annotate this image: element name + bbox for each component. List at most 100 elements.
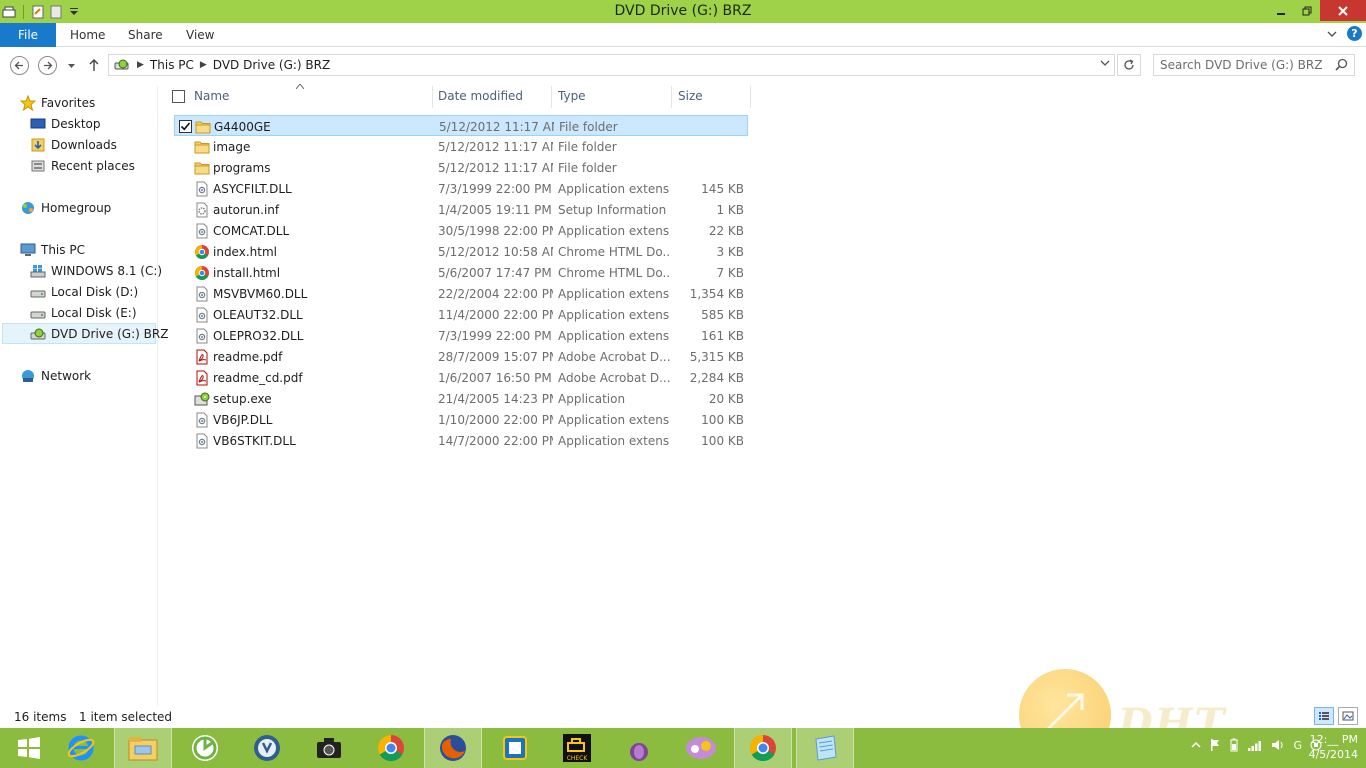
tray-overflow-icon[interactable]	[1191, 740, 1201, 750]
taskbar-notepad[interactable]	[796, 728, 854, 768]
taskbar-app-blue[interactable]	[238, 728, 296, 768]
file-size: 20 KB	[708, 392, 744, 406]
forward-button[interactable]	[38, 56, 57, 75]
tab-share[interactable]: Share	[128, 23, 163, 47]
restore-button[interactable]	[1294, 0, 1320, 21]
file-row[interactable]: COMCAT.DLL 30/5/1998 22:00 PM Application …	[174, 220, 748, 241]
search-box[interactable]	[1153, 54, 1355, 76]
nav-drive-g[interactable]: DVD Drive (G:) BRZ	[2, 323, 168, 344]
nav-drive-d[interactable]: Local Disk (D:)	[30, 281, 138, 302]
close-button[interactable]	[1320, 0, 1366, 21]
file-type: Adobe Acrobat D...	[558, 371, 670, 385]
file-row[interactable]: MSVBVM60.DLL 22/2/2004 22:00 PM Applicatio…	[174, 283, 748, 304]
nav-recent-places[interactable]: Recent places	[30, 155, 135, 176]
taskbar-firefox[interactable]	[424, 728, 482, 768]
chrome-file-icon	[194, 244, 210, 260]
file-date: 1/6/2007 16:50 PM	[438, 371, 552, 385]
taskbar-chrome-1[interactable]	[362, 728, 420, 768]
file-type: Application extens...	[558, 224, 670, 238]
file-row[interactable]: readme.pdf 28/7/2009 15:07 PM Adobe Acroba…	[174, 346, 748, 367]
dll-file-icon	[194, 181, 210, 197]
input-language[interactable]: G	[1293, 739, 1302, 752]
view-switcher	[1314, 707, 1358, 725]
taskbar-chrome-2[interactable]	[734, 728, 792, 768]
refresh-button[interactable]	[1117, 54, 1141, 76]
address-bar[interactable]: ▶ This PC ▶ DVD Drive (G:) BRZ	[108, 54, 1115, 76]
file-row[interactable]: G4400GE 5/12/2012 11:17 AM File folder	[174, 115, 748, 136]
taskbar-app-green[interactable]	[176, 728, 234, 768]
column-name[interactable]: Name	[194, 84, 229, 108]
file-type: Application extens...	[558, 434, 670, 448]
file-row[interactable]: programs 5/12/2012 11:17 AM File folder	[174, 157, 748, 178]
help-icon[interactable]: ?	[1347, 26, 1362, 41]
taskbar-internet-explorer[interactable]	[52, 728, 110, 768]
large-icons-view-button[interactable]	[1338, 707, 1358, 725]
row-checkbox[interactable]	[179, 120, 192, 133]
nav-drive-c[interactable]: WINDOWS 8.1 (C:)	[30, 260, 162, 281]
tab-file[interactable]: File	[0, 23, 56, 47]
address-dropdown-icon[interactable]	[1100, 58, 1110, 71]
search-input[interactable]	[1160, 57, 1330, 73]
file-type: File folder	[558, 140, 617, 154]
breadcrumb: ▶ This PC ▶ DVD Drive (G:) BRZ	[113, 57, 330, 73]
recent-locations-icon[interactable]	[67, 62, 76, 70]
column-type[interactable]: Type	[558, 84, 586, 108]
breadcrumb-dvd-drive[interactable]: DVD Drive (G:) BRZ	[213, 58, 330, 72]
tab-home[interactable]: Home	[70, 23, 105, 47]
nav-desktop[interactable]: Desktop	[30, 113, 101, 134]
file-name: MSVBVM60.DLL	[213, 287, 308, 301]
taskbar-app-outlook[interactable]	[486, 728, 544, 768]
nav-drive-e[interactable]: Local Disk (E:)	[30, 302, 137, 323]
file-row[interactable]: setup.exe 21/4/2005 14:23 PM Application 20…	[174, 388, 748, 409]
chrome-icon	[749, 734, 776, 762]
file-row[interactable]: OLEPRO32.DLL 7/3/1999 22:00 PM Application…	[174, 325, 748, 346]
column-date-modified[interactable]: Date modified	[438, 84, 523, 108]
tab-view[interactable]: View	[186, 23, 214, 47]
select-all-checkbox[interactable]	[172, 84, 185, 108]
file-row[interactable]: image 5/12/2012 11:17 AM File folder	[174, 136, 748, 157]
taskbar-check-app[interactable]: CHECK	[548, 728, 606, 768]
column-divider[interactable]	[551, 86, 552, 108]
file-row[interactable]: install.html 5/6/2007 17:47 PM Chrome HTML…	[174, 262, 748, 283]
nav-homegroup[interactable]: Homegroup	[20, 197, 111, 218]
flag-icon[interactable]	[1209, 738, 1221, 752]
file-row[interactable]: readme_cd.pdf 1/6/2007 16:50 PM Adobe Acro…	[174, 367, 748, 388]
nav-network[interactable]: Network	[20, 365, 91, 386]
file-row[interactable]: ASYCFILT.DLL 7/3/1999 22:00 PM Application…	[174, 178, 748, 199]
minimize-button[interactable]	[1268, 0, 1294, 21]
nav-this-pc[interactable]: This PC	[20, 239, 85, 260]
volume-icon[interactable]	[1271, 738, 1285, 752]
column-divider[interactable]	[432, 86, 433, 108]
wifi-signal-icon[interactable]	[1247, 738, 1263, 752]
taskbar-file-explorer[interactable]	[114, 728, 172, 768]
battery-icon[interactable]	[1229, 738, 1239, 752]
nav-favorites[interactable]: Favorites	[20, 92, 95, 113]
details-view-button[interactable]	[1314, 707, 1334, 725]
taskbar-camera-app[interactable]	[300, 728, 358, 768]
breadcrumb-chevron-icon[interactable]: ▶	[200, 60, 207, 70]
file-row[interactable]: VB6JP.DLL 1/10/2000 22:00 PM Application e…	[174, 409, 748, 430]
column-size[interactable]: Size	[678, 84, 703, 108]
column-divider[interactable]	[750, 86, 751, 108]
file-row[interactable]: VB6STKIT.DLL 14/7/2000 22:00 PM Applicatio…	[174, 430, 748, 451]
file-name: G4400GE	[214, 120, 271, 134]
file-type: Application extens...	[558, 182, 670, 196]
breadcrumb-this-pc[interactable]: This PC	[150, 58, 194, 72]
taskbar-tor-browser[interactable]	[610, 728, 668, 768]
start-button[interactable]	[0, 728, 58, 768]
dvd-drive-icon	[114, 59, 129, 70]
window-title: DVD Drive (G:) BRZ	[614, 3, 752, 19]
up-arrow-icon[interactable]	[88, 58, 100, 72]
search-icon[interactable]	[1335, 58, 1348, 71]
clock[interactable]: 12:__ PM 4/5/2014	[1309, 732, 1358, 762]
file-row[interactable]: index.html 5/12/2012 10:58 AM Chrome HTML …	[174, 241, 748, 262]
back-button[interactable]	[10, 56, 29, 75]
column-divider[interactable]	[671, 86, 672, 108]
taskbar-app-purple[interactable]	[672, 728, 730, 768]
file-row[interactable]: OLEAUT32.DLL 11/4/2000 22:00 PM Applicatio…	[174, 304, 748, 325]
expand-ribbon-icon[interactable]	[1327, 29, 1337, 39]
file-row[interactable]: autorun.inf 1/4/2005 19:11 PM Setup Inform…	[174, 199, 748, 220]
dll-file-icon	[194, 307, 210, 323]
file-size: 1 KB	[716, 203, 744, 217]
nav-downloads[interactable]: Downloads	[30, 134, 117, 155]
